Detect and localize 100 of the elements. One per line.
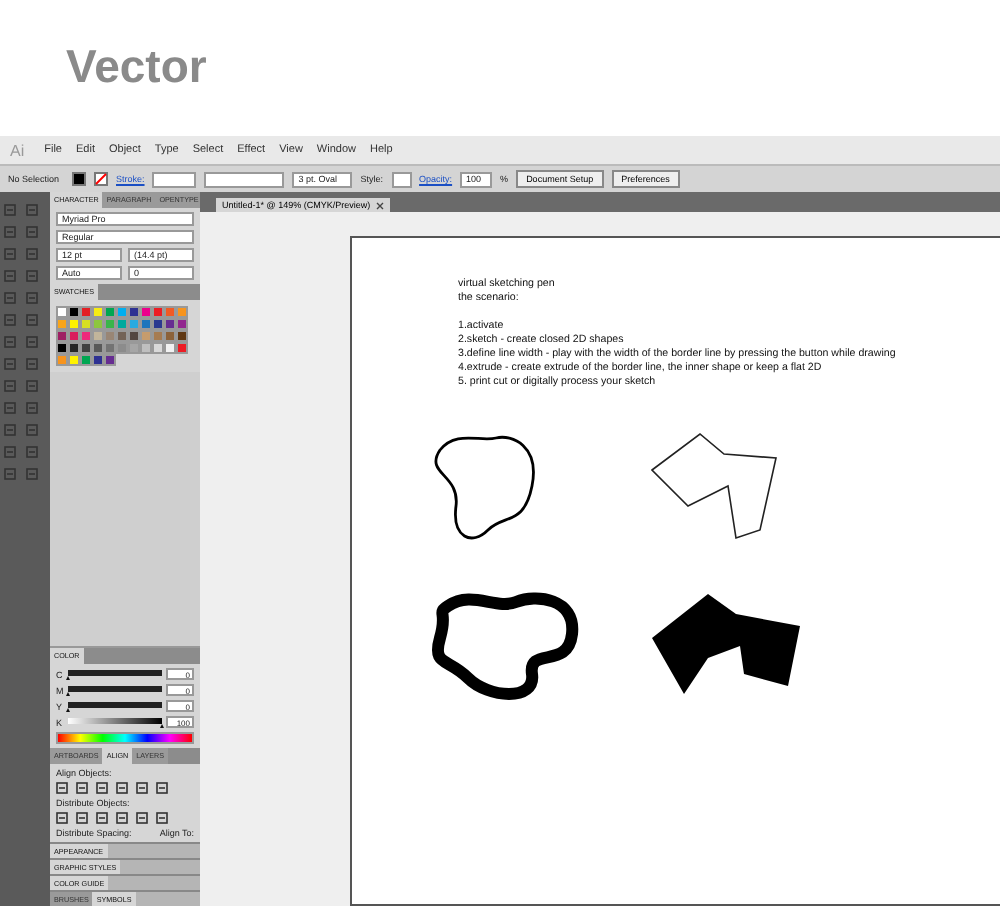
color-swatch[interactable] (116, 306, 128, 318)
color-swatch[interactable] (68, 318, 80, 330)
color-swatch[interactable] (92, 354, 104, 366)
channel-slider[interactable] (68, 669, 162, 679)
color-swatch[interactable] (104, 330, 116, 342)
color-swatch[interactable] (68, 354, 80, 366)
color-swatch[interactable] (128, 330, 140, 342)
stroke-weight-dropdown[interactable] (152, 171, 197, 187)
tool-icon (4, 336, 16, 348)
tool-icon (26, 270, 38, 282)
align-icon (116, 782, 128, 794)
close-icon[interactable] (376, 201, 385, 209)
align-icon (76, 782, 88, 794)
color-swatch[interactable] (68, 330, 80, 342)
color-swatch[interactable] (176, 306, 188, 318)
tool-icon (4, 314, 16, 326)
variable-width-dropdown[interactable] (204, 171, 285, 187)
color-swatch[interactable] (80, 342, 92, 354)
color-swatch[interactable] (140, 318, 152, 330)
color-swatch[interactable] (68, 306, 80, 318)
color-swatch[interactable] (92, 318, 104, 330)
color-swatch[interactable] (80, 330, 92, 342)
tool-icon (4, 292, 16, 304)
color-swatch[interactable] (92, 306, 104, 318)
tool-icon (4, 204, 16, 216)
tool-icon (26, 248, 38, 260)
tool-icon (26, 468, 38, 480)
color-swatch[interactable] (176, 318, 188, 330)
color-swatch[interactable] (176, 342, 188, 354)
align-icon (56, 782, 68, 794)
tool-icon (26, 402, 38, 414)
color-swatch[interactable] (104, 318, 116, 330)
distribute-icon (156, 812, 168, 824)
distribute-icon (116, 812, 128, 824)
tool-icon (4, 446, 16, 458)
color-swatch[interactable] (92, 342, 104, 354)
align-icon (96, 782, 108, 794)
color-swatch[interactable] (164, 306, 176, 318)
tool-icon (26, 424, 38, 436)
color-swatch[interactable] (80, 354, 92, 366)
channel-slider[interactable] (68, 685, 162, 695)
color-swatch[interactable] (56, 318, 68, 330)
no-stroke-swatch-icon[interactable] (94, 172, 108, 186)
page-heading: Vector (66, 40, 207, 94)
color-swatch[interactable] (164, 318, 176, 330)
tool-icon (4, 380, 16, 392)
color-swatch[interactable] (92, 330, 104, 342)
color-swatch[interactable] (104, 342, 116, 354)
color-swatch[interactable] (104, 354, 116, 366)
tool-icon (26, 314, 38, 326)
distribute-icon (56, 812, 68, 824)
color-swatch[interactable] (164, 342, 176, 354)
fill-swatch[interactable] (72, 172, 86, 186)
color-swatch[interactable] (152, 342, 164, 354)
tool-icon (26, 380, 38, 392)
color-swatch[interactable] (56, 342, 68, 354)
tool-icon (4, 270, 16, 282)
color-swatch[interactable] (128, 318, 140, 330)
color-swatch[interactable] (128, 306, 140, 318)
tool-icon (4, 424, 16, 436)
color-swatch[interactable] (140, 306, 152, 318)
distribute-icon (136, 812, 148, 824)
tool-icon (26, 336, 38, 348)
align-icon (136, 782, 148, 794)
app-logo: Ai (10, 141, 25, 159)
tool-icon (4, 468, 16, 480)
distribute-icon (96, 812, 108, 824)
tool-icon (26, 226, 38, 238)
color-swatch[interactable] (176, 330, 188, 342)
color-swatch[interactable] (104, 306, 116, 318)
color-swatch[interactable] (140, 330, 152, 342)
style-dropdown[interactable] (391, 171, 412, 187)
distribute-icon (76, 812, 88, 824)
color-spectrum[interactable] (56, 732, 194, 744)
tool-icon (26, 446, 38, 458)
color-swatch[interactable] (152, 330, 164, 342)
channel-slider[interactable] (68, 717, 162, 727)
tool-icon (26, 204, 38, 216)
color-swatch[interactable] (116, 330, 128, 342)
color-swatch[interactable] (164, 330, 176, 342)
color-swatch[interactable] (152, 318, 164, 330)
channel-slider[interactable] (68, 701, 162, 711)
align-icon (156, 782, 168, 794)
tool-icon (4, 358, 16, 370)
color-swatch[interactable] (68, 342, 80, 354)
color-swatch[interactable] (152, 306, 164, 318)
color-swatch[interactable] (56, 306, 68, 318)
tool-icon (4, 226, 16, 238)
color-swatch[interactable] (128, 342, 140, 354)
color-swatch[interactable] (80, 318, 92, 330)
color-swatch[interactable] (56, 330, 68, 342)
tool-icon (26, 358, 38, 370)
tool-icon (4, 402, 16, 414)
color-swatch[interactable] (116, 342, 128, 354)
tool-icon (26, 292, 38, 304)
tool-icon (4, 248, 16, 260)
color-swatch[interactable] (56, 354, 68, 366)
color-swatch[interactable] (80, 306, 92, 318)
color-swatch[interactable] (116, 318, 128, 330)
color-swatch[interactable] (140, 342, 152, 354)
